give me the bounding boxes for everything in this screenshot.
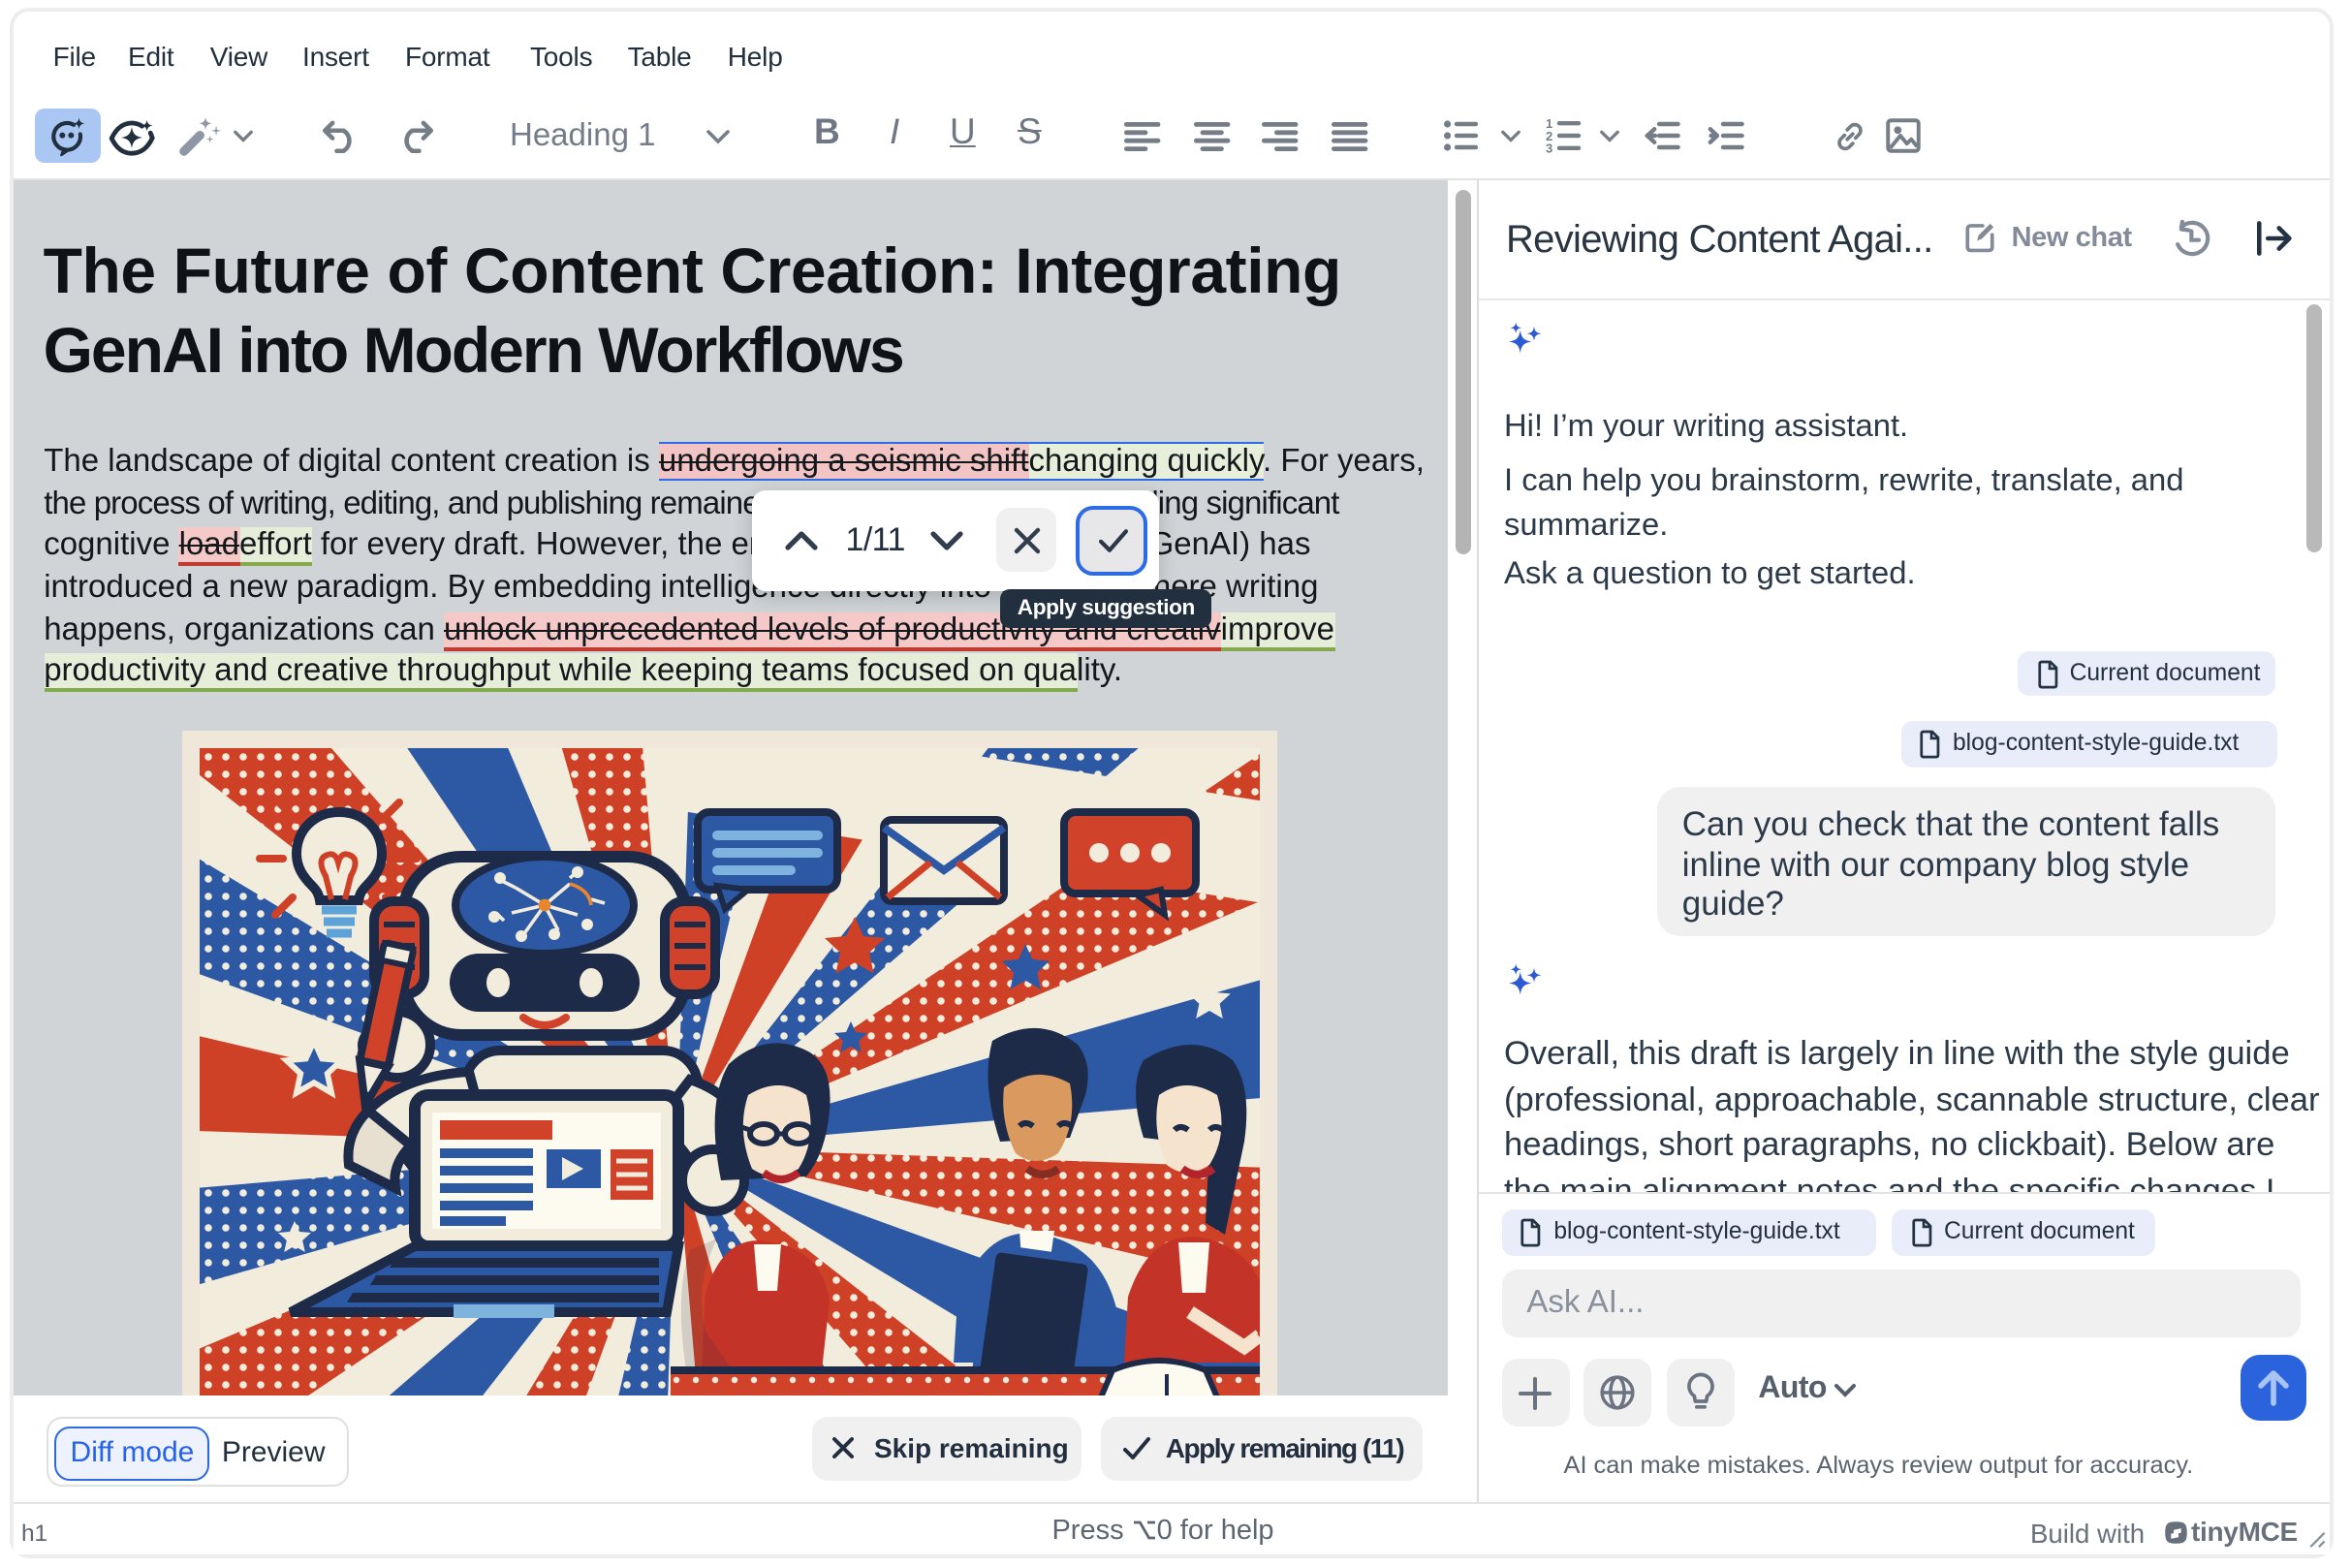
svg-text:3: 3 xyxy=(1546,141,1552,156)
